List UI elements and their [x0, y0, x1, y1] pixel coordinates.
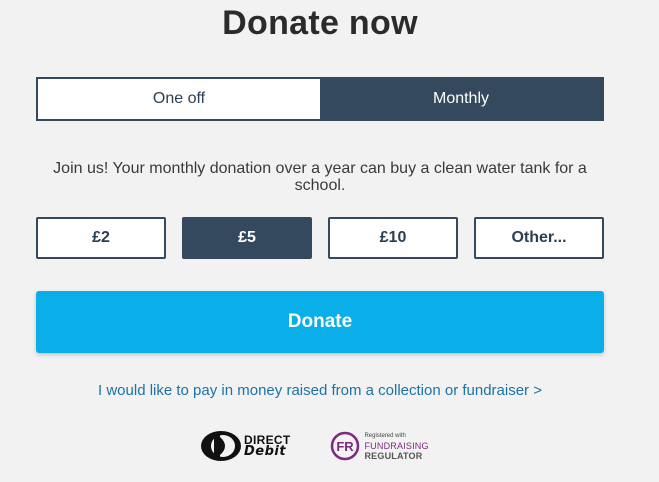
amount-10-button[interactable]: £10	[328, 217, 458, 259]
amount-5-button[interactable]: £5	[182, 217, 312, 259]
fundraiser-link[interactable]: I would like to pay in money raised from…	[0, 382, 640, 399]
direct-debit-line2: Debit	[244, 444, 287, 459]
fr-badge-text: FR	[337, 439, 355, 454]
amount-2-button[interactable]: £2	[36, 217, 166, 259]
fr-line2: FUNDRAISING	[364, 441, 429, 451]
one-off-option[interactable]: One off	[38, 79, 320, 119]
fr-line3: REGULATOR	[364, 451, 423, 461]
amount-options: £2 £5 £10 Other...	[36, 217, 604, 259]
direct-debit-icon	[201, 431, 241, 461]
fr-line1: Registered with	[364, 433, 406, 439]
amount-other-button[interactable]: Other...	[474, 217, 604, 259]
trust-logos: DIRECT Debit FR Registered with FUNDRAIS…	[200, 428, 429, 464]
fundraising-regulator-logo: FR Registered with FUNDRAISING REGULATOR	[330, 431, 428, 461]
donation-message: Join us! Your monthly donation over a ye…	[53, 160, 587, 194]
monthly-option[interactable]: Monthly	[320, 79, 602, 119]
donate-button[interactable]: Donate	[36, 291, 604, 353]
page-title: Donate now	[222, 4, 418, 42]
frequency-toggle: One off Monthly	[36, 77, 604, 121]
fundraising-regulator-badge-icon: FR	[331, 431, 360, 461]
direct-debit-logo: DIRECT Debit	[200, 430, 290, 462]
